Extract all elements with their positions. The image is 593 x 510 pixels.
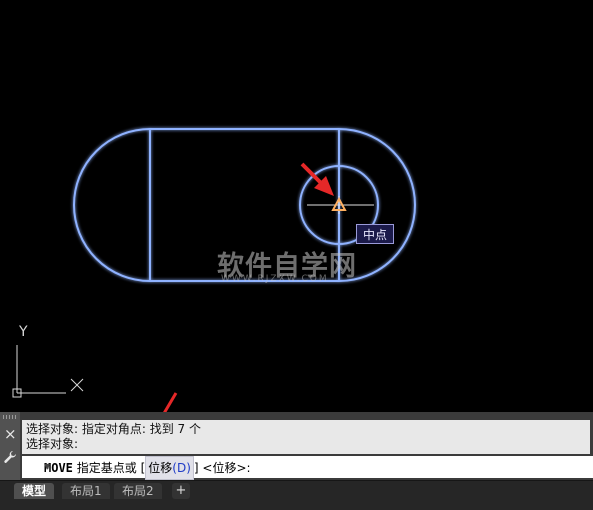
option-bracket-close: ]: [193, 461, 199, 475]
tab-layout2[interactable]: 布局2: [114, 483, 162, 499]
command-history: 选择对象: 指定对角点: 找到 7 个 选择对象:: [22, 420, 590, 454]
annotation-arrows: [163, 162, 334, 412]
command-default: <位移>:: [202, 461, 251, 475]
command-panel-grip[interactable]: ×: [0, 412, 20, 480]
snap-tooltip: 中点: [356, 224, 394, 244]
tab-model[interactable]: 模型: [14, 483, 55, 499]
history-line: 选择对象: 指定对角点: 找到 7 个: [26, 422, 201, 436]
grip-handle-icon[interactable]: [3, 415, 17, 419]
history-line: 选择对象:: [26, 437, 79, 451]
wrench-icon[interactable]: [3, 450, 17, 464]
watermark-url: WWW.RJZXW.COM: [221, 274, 329, 284]
option-key: (D): [172, 461, 191, 475]
tab-layout1[interactable]: 布局1: [62, 483, 110, 499]
close-icon[interactable]: ×: [4, 426, 17, 442]
recent-commands-dropdown-icon[interactable]: ▼: [44, 456, 50, 478]
autocad-window: Y X 中点 软件自学网 WWW.RJZXW.COM × 选择对象: 指定对角点…: [0, 0, 593, 510]
option-label: 位移: [148, 461, 173, 475]
drawing-svg: Y X: [12, 128, 416, 412]
ucs-y-label: Y: [18, 324, 28, 340]
layout-tabs-bar: 模型 布局1 布局2 +: [0, 480, 593, 510]
option-displacement[interactable]: 位移(D): [145, 456, 194, 480]
ucs-x-label: X: [70, 403, 71, 405]
command-prompt: 指定基点或: [76, 461, 137, 475]
drawing-canvas[interactable]: Y X 中点 软件自学网 WWW.RJZXW.COM: [0, 0, 593, 412]
command-line-panel: × 选择对象: 指定对角点: 找到 7 个 选择对象: ▼ MOVE 指定基点或…: [0, 412, 593, 480]
arrow-to-midpoint: [300, 162, 334, 196]
arrow-to-command: [163, 392, 178, 412]
add-layout-button[interactable]: +: [172, 483, 190, 499]
ucs-icon: [12, 345, 84, 398]
command-input[interactable]: ▼ MOVE 指定基点或 [位移(D)] <位移>:: [22, 456, 593, 480]
